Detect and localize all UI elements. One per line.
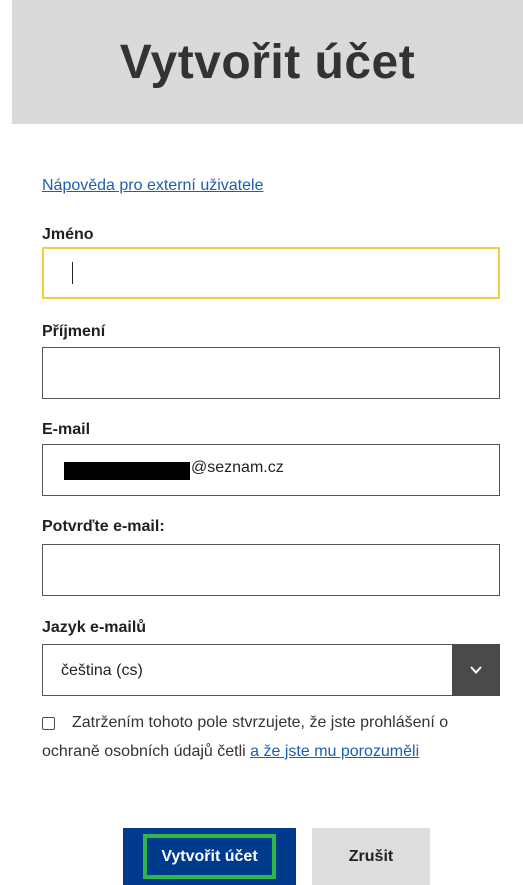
first-name-input[interactable] bbox=[42, 247, 500, 299]
last-name-input[interactable] bbox=[42, 347, 500, 399]
create-account-button[interactable]: Vytvořit účet bbox=[123, 828, 296, 885]
create-account-label: Vytvořit účet bbox=[143, 834, 276, 879]
language-dropdown-button[interactable] bbox=[452, 644, 500, 696]
language-select[interactable]: čeština (cs) bbox=[42, 644, 500, 696]
last-name-label: Příjmení bbox=[42, 323, 106, 340]
language-label: Jazyk e-mailů bbox=[42, 619, 147, 636]
redacted-block bbox=[64, 462, 190, 480]
first-name-label: Jméno bbox=[42, 226, 94, 243]
page-header: Vytvořit účet bbox=[12, 0, 523, 124]
consent-text: Zatržením tohoto pole stvrzujete, že jst… bbox=[42, 708, 502, 766]
confirm-email-input[interactable] bbox=[42, 544, 500, 596]
page-title: Vytvořit účet bbox=[119, 35, 416, 89]
chevron-down-icon bbox=[470, 666, 482, 674]
email-input[interactable]: @seznam.cz bbox=[42, 444, 500, 496]
consent-link[interactable]: a že jste mu porozuměli bbox=[250, 743, 419, 760]
confirm-email-label: Potvrďte e-mail: bbox=[42, 518, 165, 535]
cancel-button[interactable]: Zrušit bbox=[312, 828, 430, 885]
text-caret bbox=[72, 262, 73, 284]
help-link[interactable]: Nápověda pro externí uživatele bbox=[42, 177, 263, 195]
language-selected-value: čeština (cs) bbox=[61, 662, 143, 679]
email-label: E-mail bbox=[42, 421, 91, 438]
email-value: @seznam.cz bbox=[191, 459, 284, 476]
